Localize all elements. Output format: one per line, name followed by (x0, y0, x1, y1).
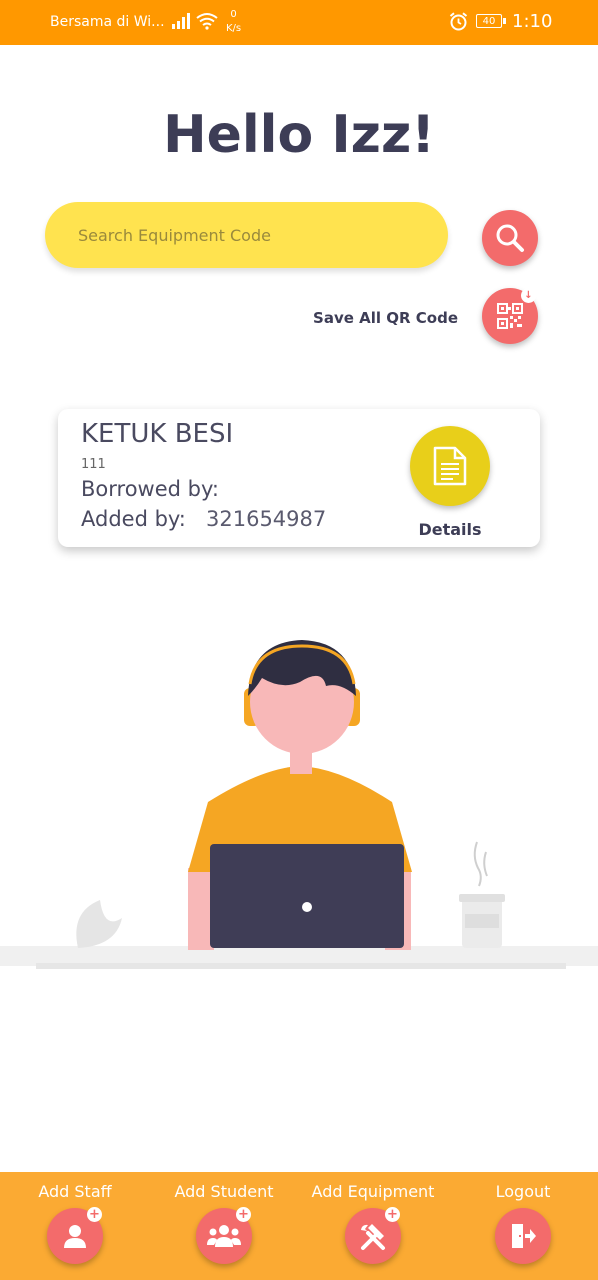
add-group-icon (207, 1225, 241, 1247)
search-button[interactable] (482, 210, 538, 266)
nav-logout[interactable]: Logout (448, 1172, 598, 1280)
greeting-title: Hello Izz! (163, 105, 435, 165)
bottom-navigation: Add Staff + Add Student + Add Equipment (0, 1172, 598, 1280)
nav-add-student-label: Add Student (174, 1182, 274, 1201)
nav-add-equipment[interactable]: Add Equipment + (298, 1172, 448, 1280)
speed-value: 0 (230, 9, 237, 20)
nav-add-staff[interactable]: Add Staff + (0, 1172, 150, 1280)
qr-code-icon (497, 303, 523, 329)
logout-icon (512, 1224, 536, 1248)
battery-icon: 40 (476, 14, 506, 28)
plus-badge-icon: + (385, 1207, 400, 1222)
clock: 1:10 (512, 11, 553, 32)
document-icon (433, 446, 467, 486)
nav-add-student[interactable]: Add Student + (149, 1172, 299, 1280)
equipment-card: KETUK BESI 111 Borrowed by: Added by: 32… (58, 409, 540, 547)
plus-badge-icon: + (236, 1207, 251, 1222)
search-icon (496, 224, 524, 252)
wifi-icon (196, 13, 218, 30)
details-label: Details (418, 520, 482, 539)
logout-button[interactable] (495, 1208, 551, 1264)
search-input[interactable] (45, 202, 448, 268)
status-bar: Bersama di Wi... 0 K/s 40 1:10 (0, 0, 598, 45)
person-at-laptop-illustration (0, 640, 598, 969)
network-speed: 0 K/s (226, 8, 241, 36)
nav-add-equipment-label: Add Equipment (311, 1182, 435, 1201)
details-button[interactable] (410, 426, 490, 506)
signal-icon (172, 13, 190, 29)
alarm-icon (449, 12, 468, 31)
nav-logout-label: Logout (495, 1182, 551, 1201)
added-by-value: 321654987 (206, 507, 327, 531)
speed-unit: K/s (226, 23, 242, 34)
carrier-text: Bersama di Wi... (50, 14, 165, 30)
add-equipment-button[interactable]: + (345, 1207, 401, 1264)
add-staff-button[interactable]: + (47, 1207, 103, 1264)
nav-add-staff-label: Add Staff (38, 1182, 112, 1201)
plus-badge-icon: + (87, 1207, 102, 1222)
equipment-name: KETUK BESI (81, 419, 234, 449)
equipment-code: 111 (81, 457, 106, 472)
tools-icon (361, 1224, 385, 1250)
add-student-button[interactable]: + (196, 1207, 252, 1264)
add-person-icon (64, 1225, 86, 1248)
download-badge-icon: ↓ (521, 288, 536, 303)
save-qr-button[interactable]: ↓ (482, 288, 538, 344)
save-qr-label: Save All QR Code (313, 309, 458, 327)
added-by-label: Added by: (81, 507, 186, 531)
borrowed-by-label: Borrowed by: (81, 477, 219, 501)
